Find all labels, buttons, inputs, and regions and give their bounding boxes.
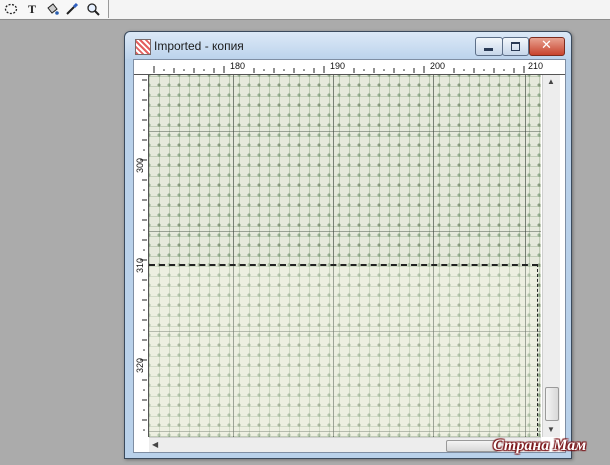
tool-palette: T bbox=[0, 0, 109, 18]
ruler-label-310: 310 bbox=[135, 257, 145, 273]
minimize-button[interactable] bbox=[475, 37, 503, 56]
eyedropper-icon[interactable] bbox=[64, 1, 80, 17]
vertical-ruler: 300 310 320 bbox=[134, 75, 149, 437]
ruler-label-180: 180 bbox=[230, 61, 246, 71]
title-bar[interactable]: Imported - копия ✕ bbox=[125, 32, 571, 59]
tool-strip: T bbox=[0, 0, 610, 20]
site-watermark: Страна Мам bbox=[493, 437, 587, 454]
minimize-icon bbox=[484, 48, 493, 51]
scroll-left-icon[interactable]: ◀ bbox=[152, 440, 158, 449]
ruler-label-300: 300 bbox=[135, 157, 145, 173]
scroll-down-icon[interactable]: ▼ bbox=[547, 425, 555, 434]
horizontal-ruler: 180 190 200 210 bbox=[134, 60, 565, 75]
pattern-canvas[interactable] bbox=[149, 75, 541, 437]
ruler-label-200: 200 bbox=[430, 61, 446, 71]
maximize-icon bbox=[511, 42, 520, 51]
document-client-area: 180 190 200 210 300 310 320 ▲ ▼ ◀ ▶ ⋰ bbox=[133, 59, 566, 453]
document-window: Imported - копия ✕ 180 190 200 210 300 3… bbox=[124, 31, 572, 459]
close-icon: ✕ bbox=[541, 38, 552, 53]
pattern-file-icon bbox=[135, 39, 151, 55]
text-tool-icon[interactable]: T bbox=[24, 1, 40, 17]
fill-bucket-icon[interactable] bbox=[44, 1, 60, 17]
scroll-up-icon[interactable]: ▲ bbox=[547, 77, 555, 86]
vertical-scrollbar[interactable]: ▲ ▼ bbox=[542, 75, 560, 437]
ruler-label-320: 320 bbox=[135, 357, 145, 373]
horizontal-scroll-thumb[interactable] bbox=[446, 440, 498, 452]
window-title: Imported - копия bbox=[154, 39, 244, 53]
lasso-select-icon[interactable] bbox=[3, 1, 19, 17]
ruler-label-190: 190 bbox=[330, 61, 346, 71]
close-button[interactable]: ✕ bbox=[529, 37, 565, 56]
zoom-icon[interactable] bbox=[85, 1, 101, 17]
maximize-button[interactable] bbox=[502, 37, 529, 56]
selection-marquee[interactable] bbox=[149, 264, 538, 436]
vertical-scroll-thumb[interactable] bbox=[545, 387, 559, 421]
horizontal-scrollbar[interactable]: ◀ ▶ bbox=[149, 437, 541, 452]
ruler-label-210: 210 bbox=[528, 61, 544, 71]
